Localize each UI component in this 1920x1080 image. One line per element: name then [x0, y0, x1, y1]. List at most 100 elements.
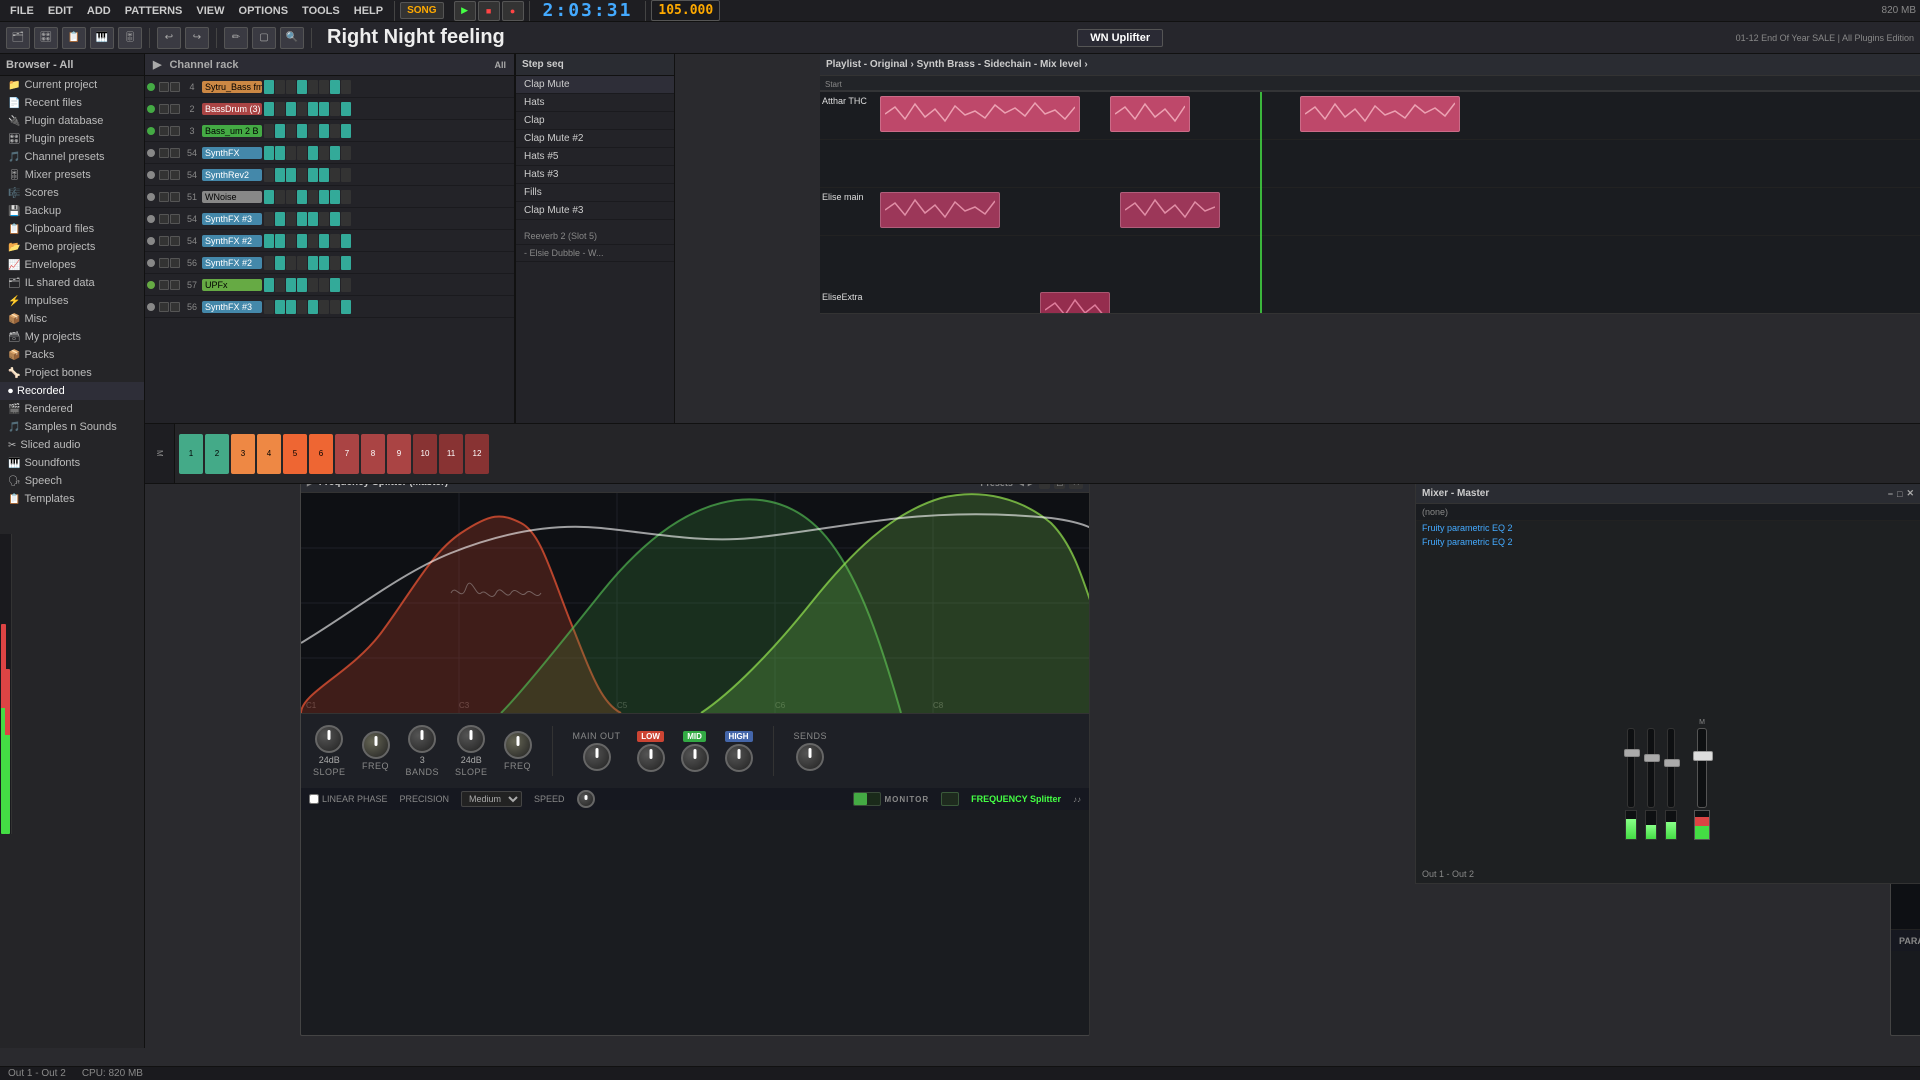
step-7-5[interactable] — [319, 234, 329, 248]
song-mode-btn[interactable]: SONG — [400, 2, 443, 19]
pattern-block-12[interactable]: 12 — [465, 434, 489, 474]
sidebar-item-il-shared[interactable]: 🗂 IL shared data — [0, 274, 144, 292]
step-0-5[interactable] — [319, 80, 329, 94]
sidebar-item-plugin-database[interactable]: 🔌 Plugin database — [0, 112, 144, 130]
sidebar-item-recent-files[interactable]: 📄 Recent files — [0, 94, 144, 112]
ch-solo-2[interactable] — [170, 126, 180, 136]
play-btn[interactable]: ▶ — [454, 1, 476, 21]
step-2-4[interactable] — [308, 124, 318, 138]
step-3-1[interactable] — [275, 146, 285, 160]
sidebar-item-project-bones[interactable]: 🦴 Project bones — [0, 364, 144, 382]
knob-sends[interactable] — [796, 743, 824, 771]
step-8-0[interactable] — [264, 256, 274, 270]
step-9-1[interactable] — [275, 278, 285, 292]
ch-name-2[interactable]: Bass_um 2 B — [202, 125, 262, 137]
step-1-3[interactable] — [297, 102, 307, 116]
ch-mute-8[interactable] — [159, 258, 169, 268]
step-2-6[interactable] — [330, 124, 340, 138]
step-5-6[interactable] — [330, 190, 340, 204]
pattern-block-3[interactable]: 3 — [231, 434, 255, 474]
linear-phase-toggle[interactable]: LINEAR PHASE — [309, 794, 388, 804]
fader-thumb-1[interactable] — [1624, 749, 1640, 757]
knob-speed[interactable] — [577, 790, 595, 808]
sidebar-item-scores[interactable]: 🎼 Scores — [0, 184, 144, 202]
step-8-1[interactable] — [275, 256, 285, 270]
step-9-7[interactable] — [341, 278, 351, 292]
ch-rack-all[interactable]: All — [494, 60, 506, 70]
sidebar-item-sliced-audio[interactable]: ✂ Sliced audio — [0, 436, 144, 454]
step-8-3[interactable] — [297, 256, 307, 270]
tb-zoom[interactable]: 🔍 — [280, 27, 304, 49]
sidebar-item-current-project[interactable]: 📁 Current project — [0, 76, 144, 94]
ch-active-3[interactable] — [147, 149, 155, 157]
audio-block-extra-1[interactable] — [1040, 292, 1110, 313]
ch-name-1[interactable]: BassDrum (3) — [202, 103, 262, 115]
step-2-3[interactable] — [297, 124, 307, 138]
ch-mute-0[interactable] — [159, 82, 169, 92]
knob-bands[interactable] — [408, 725, 436, 753]
seq-pattern-clap-mute[interactable]: Clap Mute — [516, 76, 674, 94]
ch-solo-5[interactable] — [170, 192, 180, 202]
sidebar-item-demo-projects[interactable]: 📂 Demo projects — [0, 238, 144, 256]
ch-solo-9[interactable] — [170, 280, 180, 290]
ch-name-7[interactable]: SynthFX #2 — [202, 235, 262, 247]
seq-pattern-hats5[interactable]: Hats #5 — [516, 148, 674, 166]
ch-name-5[interactable]: WNoise — [202, 191, 262, 203]
sidebar-item-plugin-presets[interactable]: 🎛 Plugin presets — [0, 130, 144, 148]
seq-pattern-clap-mute2[interactable]: Clap Mute #2 — [516, 130, 674, 148]
mixer-min[interactable]: − — [1888, 489, 1893, 499]
tb-browser[interactable]: 🗂 — [6, 27, 30, 49]
menu-patterns[interactable]: PATTERNS — [119, 3, 189, 19]
step-9-5[interactable] — [319, 278, 329, 292]
step-10-2[interactable] — [286, 300, 296, 314]
menu-file[interactable]: FILE — [4, 3, 40, 19]
ch-active-5[interactable] — [147, 193, 155, 201]
step-10-3[interactable] — [297, 300, 307, 314]
step-2-7[interactable] — [341, 124, 351, 138]
knob-main-out[interactable] — [583, 743, 611, 771]
step-5-5[interactable] — [319, 190, 329, 204]
step-3-4[interactable] — [308, 146, 318, 160]
step-7-0[interactable] — [264, 234, 274, 248]
ch-active-6[interactable] — [147, 215, 155, 223]
step-10-0[interactable] — [264, 300, 274, 314]
pattern-block-5[interactable]: 5 — [283, 434, 307, 474]
step-0-7[interactable] — [341, 80, 351, 94]
step-7-7[interactable] — [341, 234, 351, 248]
step-7-2[interactable] — [286, 234, 296, 248]
step-3-7[interactable] — [341, 146, 351, 160]
step-10-5[interactable] — [319, 300, 329, 314]
ch-mute-5[interactable] — [159, 192, 169, 202]
freq-splitter-close[interactable]: ✕ — [1069, 484, 1083, 489]
tb-pencil[interactable]: ✏ — [224, 27, 248, 49]
step-2-1[interactable] — [275, 124, 285, 138]
step-6-1[interactable] — [275, 212, 285, 226]
step-1-1[interactable] — [275, 102, 285, 116]
step-3-5[interactable] — [319, 146, 329, 160]
tb-select[interactable]: ▢ — [252, 27, 276, 49]
seq-pattern-clap-mute3[interactable]: Clap Mute #3 — [516, 202, 674, 220]
step-10-1[interactable] — [275, 300, 285, 314]
step-6-3[interactable] — [297, 212, 307, 226]
ch-solo-4[interactable] — [170, 170, 180, 180]
seq-pattern-fills[interactable]: Fills — [516, 184, 674, 202]
pattern-block-2[interactable]: 2 — [205, 434, 229, 474]
ch-name-8[interactable]: SynthFX #2 — [202, 257, 262, 269]
freq-splitter-arrow[interactable]: ▶ — [307, 484, 315, 488]
ch-mute-4[interactable] — [159, 170, 169, 180]
step-9-6[interactable] — [330, 278, 340, 292]
pattern-block-1[interactable]: 1 — [179, 434, 203, 474]
audio-block-atthar-2[interactable] — [1110, 96, 1190, 132]
step-0-3[interactable] — [297, 80, 307, 94]
menu-add[interactable]: ADD — [81, 3, 117, 19]
ch-mute-10[interactable] — [159, 302, 169, 312]
freq-splitter-minimize[interactable]: − — [1039, 484, 1050, 489]
step-2-5[interactable] — [319, 124, 329, 138]
step-0-4[interactable] — [308, 80, 318, 94]
ch-active-7[interactable] — [147, 237, 155, 245]
step-6-6[interactable] — [330, 212, 340, 226]
step-4-6[interactable] — [330, 168, 340, 182]
menu-options[interactable]: OPTIONS — [233, 3, 295, 19]
ch-solo-8[interactable] — [170, 258, 180, 268]
sidebar-item-envelopes[interactable]: 📈 Envelopes — [0, 256, 144, 274]
